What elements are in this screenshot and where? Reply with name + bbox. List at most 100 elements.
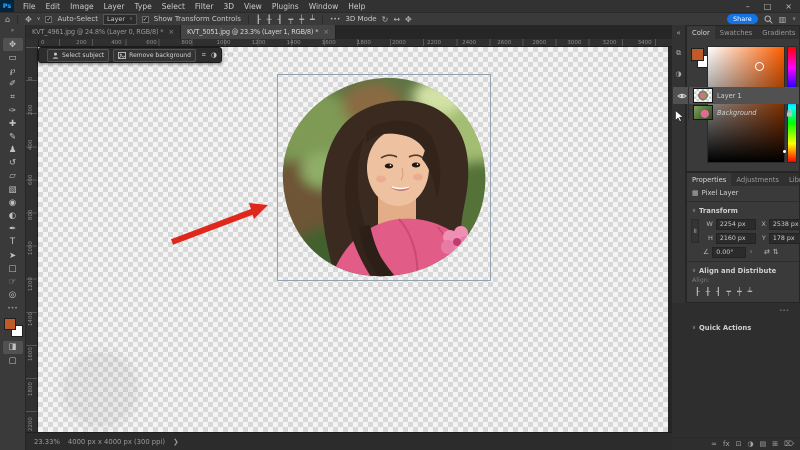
align-more-icon[interactable]: ••• [779, 308, 789, 314]
delete-layer-icon[interactable]: ⌦ [784, 440, 794, 448]
layer-effects-icon[interactable]: fx [723, 440, 730, 448]
eraser-tool[interactable]: ▱ [3, 170, 23, 183]
workspace-switcher-icon[interactable]: ▥ [779, 15, 787, 24]
menu-item[interactable]: 3D [218, 2, 239, 11]
home-icon[interactable]: ⌂ [5, 15, 10, 24]
document-tab-active[interactable]: KVT_5051.jpg @ 23.3% (Layer 1, RGB/8) * … [181, 25, 336, 39]
align-bottom-icon[interactable]: ┷ [310, 15, 315, 24]
marquee-tool[interactable]: ▭ [3, 51, 23, 64]
visibility-toggle[interactable] [675, 87, 689, 104]
quick-actions-header[interactable]: ∨ Quick Actions [687, 321, 799, 334]
brush-tool[interactable]: ✎ [3, 130, 23, 143]
foreground-color-well[interactable] [691, 48, 704, 61]
tab-adjustments[interactable]: Adjustments [731, 173, 784, 186]
taskbar-more-icon[interactable]: ••• [222, 51, 234, 59]
align-bottom-edges-icon[interactable]: ┷ [748, 287, 753, 296]
layer-row-background[interactable]: Background [673, 104, 799, 121]
auto-select-target-dropdown[interactable]: Layer ∨ [103, 14, 137, 25]
screen-mode-icon[interactable]: ▢ [3, 354, 23, 367]
collapse-panels-icon[interactable]: « [676, 29, 680, 37]
comments-panel-icon[interactable]: ◑ [675, 70, 681, 78]
auto-select-checkbox[interactable]: ✓ [45, 16, 52, 23]
menu-item[interactable]: View [239, 2, 267, 11]
quick-selection-tool[interactable]: ✐ [3, 78, 23, 91]
taskbar-transform-icon[interactable]: ⌗ [202, 51, 206, 60]
zoom-level-value[interactable]: 23.33% [34, 438, 60, 446]
menu-item[interactable]: File [18, 2, 41, 11]
align-center-icon[interactable]: ╂ [267, 15, 272, 24]
history-brush-tool[interactable]: ↺ [3, 157, 23, 170]
color-picker-ring[interactable] [755, 62, 764, 71]
maximize-icon[interactable]: □ [764, 2, 772, 11]
tab-properties[interactable]: Properties [687, 173, 731, 186]
history-panel-icon[interactable]: ⧉ [676, 49, 681, 58]
layer-row-layer1[interactable]: Layer 1 [673, 87, 799, 104]
width-field[interactable]: 2254 px [716, 219, 756, 230]
menu-item[interactable]: Edit [41, 2, 66, 11]
taskbar-adjust-icon[interactable]: ◑ [211, 51, 217, 59]
rotation-field[interactable]: 0.00° [712, 247, 746, 258]
layer-name[interactable]: Layer 1 [717, 92, 742, 100]
align-section-header[interactable]: ∨ Align and Distribute [687, 264, 799, 277]
tab-swatches[interactable]: Swatches [715, 26, 757, 39]
foreground-color-swatch[interactable] [4, 318, 16, 330]
dodge-tool[interactable]: ◐ [3, 209, 23, 222]
flip-vertical-icon[interactable]: ⇅ [773, 249, 779, 256]
move-tool[interactable]: ✥ [3, 38, 23, 51]
horizontal-ruler[interactable]: 0200400600800100012001400160018002000220… [26, 39, 672, 47]
clone-stamp-tool[interactable]: ♟ [3, 144, 23, 157]
status-chevron-icon[interactable]: ❯ [173, 438, 179, 446]
share-button[interactable]: Share [727, 14, 758, 24]
show-transform-checkbox[interactable]: ✓ [142, 16, 149, 23]
pen-tool[interactable]: ✒ [3, 223, 23, 236]
y-field[interactable]: 178 px [769, 233, 800, 244]
align-h-centers-icon[interactable]: ╂ [706, 287, 711, 296]
select-subject-button[interactable]: Select subject [47, 49, 109, 62]
align-left-edges-icon[interactable]: ┠ [695, 287, 700, 296]
x-field[interactable]: 2538 px [769, 219, 800, 230]
align-right-icon[interactable]: ┨ [278, 15, 283, 24]
menu-item[interactable]: Select [157, 2, 190, 11]
menu-item[interactable]: Help [343, 2, 370, 11]
search-icon[interactable] [764, 15, 773, 24]
blur-tool[interactable]: ◉ [3, 196, 23, 209]
gradient-tool[interactable]: ▧ [3, 183, 23, 196]
hand-tool[interactable]: ☞ [3, 275, 23, 288]
menu-item[interactable]: Window [304, 2, 344, 11]
chevron-down-icon[interactable]: ∨ [37, 16, 41, 22]
photo-layer-circular-crop[interactable] [278, 75, 490, 280]
menu-item[interactable]: Filter [190, 2, 219, 11]
chevron-down-icon[interactable]: ∨ [749, 250, 753, 255]
tab-gradients[interactable]: Gradients [757, 26, 800, 39]
menu-item[interactable]: Layer [99, 2, 130, 11]
constrain-proportions-link-icon[interactable]: ▦∞ [691, 219, 699, 243]
adjustment-layer-icon[interactable]: ◑ [747, 440, 753, 448]
align-left-icon[interactable]: ┠ [256, 15, 261, 24]
new-layer-icon[interactable]: ⊞ [772, 440, 778, 448]
tab-close-icon[interactable]: × [168, 28, 174, 36]
close-icon[interactable]: × [785, 2, 792, 11]
more-options-icon[interactable]: ••• [330, 16, 341, 23]
menu-item[interactable]: Image [65, 2, 99, 11]
crop-tool[interactable]: ⌗ [3, 91, 23, 104]
path-selection-tool[interactable]: ➤ [3, 249, 23, 262]
type-tool[interactable]: T [3, 236, 23, 249]
link-layers-icon[interactable]: ∞ [711, 440, 717, 448]
tab-color[interactable]: Color [687, 26, 715, 39]
document-canvas[interactable]: Select subject Remove background ⌗◑••• [38, 47, 668, 432]
quick-mask-icon[interactable]: ◨ [3, 341, 23, 354]
height-field[interactable]: 2160 px [716, 233, 756, 244]
move-tool-icon[interactable]: ✥ [25, 15, 32, 24]
align-top-edges-icon[interactable]: ┯ [727, 287, 732, 296]
menu-item[interactable]: Plugins [267, 2, 304, 11]
align-v-centers-icon[interactable]: ┿ [737, 287, 742, 296]
layer-thumbnail[interactable] [693, 105, 713, 120]
align-top-icon[interactable]: ┯ [288, 15, 293, 24]
edit-toolbar-icon[interactable]: ••• [7, 305, 18, 312]
tab-close-icon[interactable]: × [323, 28, 329, 36]
menu-item[interactable]: Type [130, 2, 157, 11]
group-layers-icon[interactable]: ▤ [760, 440, 767, 448]
zoom-tool[interactable]: ◎ [3, 289, 23, 302]
vertical-ruler[interactable]: 0200400600800100012001400160018002200 [26, 47, 38, 432]
shape-tool[interactable]: □ [3, 262, 23, 275]
